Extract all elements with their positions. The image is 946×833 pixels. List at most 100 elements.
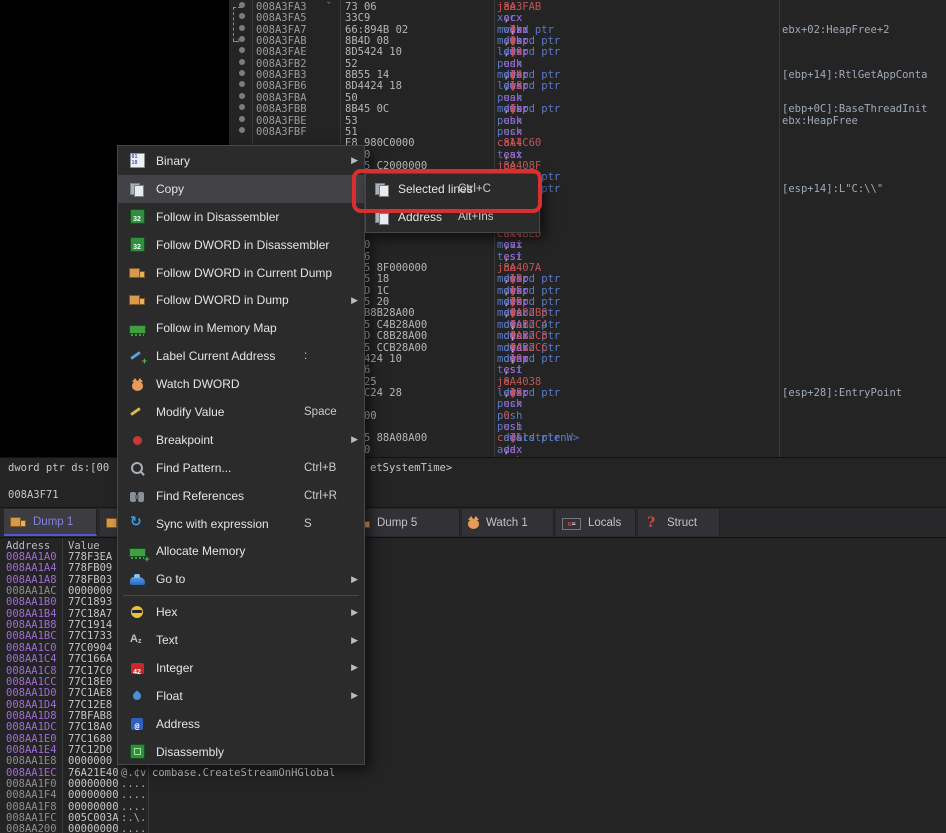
breakpoint-dot[interactable] [239, 59, 245, 65]
dump-comment: combase.CreateStreamOnHGlobal [152, 768, 335, 779]
menu-icon-slot [126, 662, 148, 674]
disasm-row[interactable]: 008A3FAB8B4D 08mov ecx,dword ptr ss:[ebp… [229, 36, 946, 48]
disasm-row[interactable]: 008A3FB68D4424 18lea eax,dword ptr ss:[e… [229, 81, 946, 93]
menu-item-follow-in-memory-map[interactable]: Follow in Memory Map [118, 314, 364, 342]
menu-item-follow-in-disassembler[interactable]: Follow in Disassembler [118, 203, 364, 231]
menu-item-label: Watch DWORD [156, 377, 240, 391]
menu-item-label-current-address[interactable]: Label Current Address: [118, 342, 364, 370]
tab-label: Watch 1 [486, 517, 528, 529]
menu-item-label: Float [156, 689, 183, 703]
breakpoint-dot[interactable] [239, 81, 245, 87]
breakpoint-dot[interactable] [239, 116, 245, 122]
menu-item-find-references[interactable]: Find ReferencesCtrl+R [118, 482, 364, 510]
disasm-comment: [esp+28]:EntryPoint [782, 388, 902, 399]
menu-item-label: Breakpoint [156, 433, 213, 447]
dump-value: 77C166A [68, 654, 112, 665]
menu-item-text[interactable]: Text▶ [118, 626, 364, 654]
breakpoint-dot[interactable] [239, 127, 245, 133]
disasm-comment: [esp+14]:L"C:\\" [782, 184, 883, 195]
menu-item-address[interactable]: Address [118, 710, 364, 738]
menu-item-follow-dword-in-current-dump[interactable]: Follow DWORD in Current Dump [118, 259, 364, 287]
disasm-row[interactable]: 008A3FAE8D5424 10lea edx,dword ptr ss:[e… [229, 47, 946, 59]
menu-item-label: Integer [156, 661, 193, 675]
disasm-comment: [ebp+14]:RtlGetAppConta [782, 70, 927, 81]
breakpoint-dot[interactable] [239, 36, 245, 42]
disasm-bytes: 33C9 [345, 13, 370, 24]
disasm-row[interactable]: 008A3FBF51push ecx [229, 127, 946, 139]
chip32-icon [130, 237, 145, 252]
menu-icon-slot [126, 490, 148, 502]
menu-item-go-to[interactable]: Go to▶ [118, 565, 364, 593]
menu-item-sync-with-expression[interactable]: Sync with expressionS [118, 510, 364, 538]
menu-item-disassembly[interactable]: Disassembly [118, 738, 364, 766]
menu-icon-slot [126, 405, 148, 419]
submenu-item-address[interactable]: AddressAlt+Ins [366, 203, 539, 231]
submenu-item-shortcut: Ctrl+C [458, 183, 491, 195]
menu-icon-slot [126, 378, 148, 391]
copy-submenu: Selected linesCtrl+CAddressAlt+Ins [365, 173, 540, 233]
disasm-comment: ebx:HeapFree [782, 116, 858, 127]
menu-item-copy[interactable]: Copy [118, 175, 364, 203]
breakpoint-dot[interactable] [239, 93, 245, 99]
menu-item-binary[interactable]: Binary ▶ [118, 147, 364, 175]
menu-item-label: Find References [156, 489, 244, 503]
menu-item-label: Address [156, 717, 200, 731]
dump-row[interactable]: 008AA20000000000.... [0, 824, 946, 833]
dump-value: 00000000 [68, 824, 119, 833]
disasm-row[interactable]: 008A3FBE53push ebxebx:HeapFree [229, 116, 946, 128]
menu-item-allocate-memory[interactable]: Allocate Memory [118, 537, 364, 565]
submenu-arrow-icon: ▶ [351, 295, 358, 306]
dump-ascii: .... [121, 790, 146, 801]
submenu-item-selected-lines[interactable]: Selected linesCtrl+C [366, 175, 539, 203]
menu-item-find-pattern[interactable]: Find Pattern...Ctrl+B [118, 454, 364, 482]
pages-icon [374, 210, 390, 224]
menu-icon-slot [126, 153, 148, 168]
breakpoint-dot[interactable] [239, 70, 245, 76]
info-expression-left: dword ptr ds:[00 [8, 463, 109, 474]
submenu-arrow-icon: ▶ [351, 155, 358, 166]
menu-item-label: Go to [156, 572, 185, 586]
tab-struct[interactable]: Struct [638, 509, 720, 536]
disasm-instruction: mov eax,dword ptr ss:[ebp+C] [497, 104, 510, 115]
menu-item-breakpoint[interactable]: Breakpoint▶ [118, 426, 364, 454]
breakpoint-dot[interactable] [239, 104, 245, 110]
truck-icon [129, 266, 145, 280]
struct-icon [644, 516, 660, 530]
menu-item-follow-dword-in-dump[interactable]: Follow DWORD in Dump ▶ [118, 286, 364, 314]
menu-item-hex[interactable]: Hex▶ [118, 598, 364, 626]
dump-address: 008AA1D0 [6, 688, 57, 699]
submenu-arrow-icon: ▶ [351, 690, 358, 701]
breakpoint-dot[interactable] [239, 47, 245, 53]
tab-locals[interactable]: Locals [556, 509, 636, 536]
disasm-row[interactable]: 008A3FA373 06ˇjae 8A3FAB [229, 2, 946, 14]
menu-item-integer[interactable]: Integer▶ [118, 654, 364, 682]
tab-watch-1[interactable]: Watch 1 [462, 509, 554, 536]
menu-icon-slot [126, 461, 148, 474]
ram-icon [129, 325, 146, 334]
disasm-row[interactable]: 008A3FB38B55 14mov edx,dword ptr ss:[ebp… [229, 70, 946, 82]
menu-item-label: Binary [156, 154, 190, 168]
tab-label: Locals [588, 517, 621, 529]
tab-label: Dump 1 [33, 516, 73, 528]
magnifier-icon [131, 462, 143, 474]
menu-item-label: Text [156, 633, 178, 647]
pencil-icon [129, 405, 145, 419]
dump-address: 008AA1DC [6, 722, 57, 733]
text-icon [129, 633, 145, 647]
menu-item-follow-dword-in-disassembler[interactable]: Follow DWORD in Disassembler [118, 231, 364, 259]
menu-icon-slot [126, 349, 148, 363]
breakpoint-dot[interactable] [239, 13, 245, 19]
menu-item-label: Follow DWORD in Dump [156, 293, 289, 307]
breakpoint-dot[interactable] [239, 25, 245, 31]
breakpoint-dot[interactable] [239, 2, 245, 8]
truck-icon [129, 293, 145, 307]
menu-item-float[interactable]: Float ▶ [118, 682, 364, 710]
menu-icon-slot [126, 322, 148, 334]
menu-item-watch-dword[interactable]: Watch DWORD [118, 370, 364, 398]
menu-item-modify-value[interactable]: Modify ValueSpace [118, 398, 364, 426]
menu-item-label: Follow DWORD in Disassembler [156, 238, 329, 252]
tab-dump-1[interactable]: Dump 1 [4, 509, 97, 536]
dump-value: 778FB09 [68, 563, 112, 574]
submenu-icon-slot [372, 182, 392, 196]
disasm-row[interactable]: 008A3FA766:894B 02mov word ptr ds:[ebx+2… [229, 25, 946, 37]
